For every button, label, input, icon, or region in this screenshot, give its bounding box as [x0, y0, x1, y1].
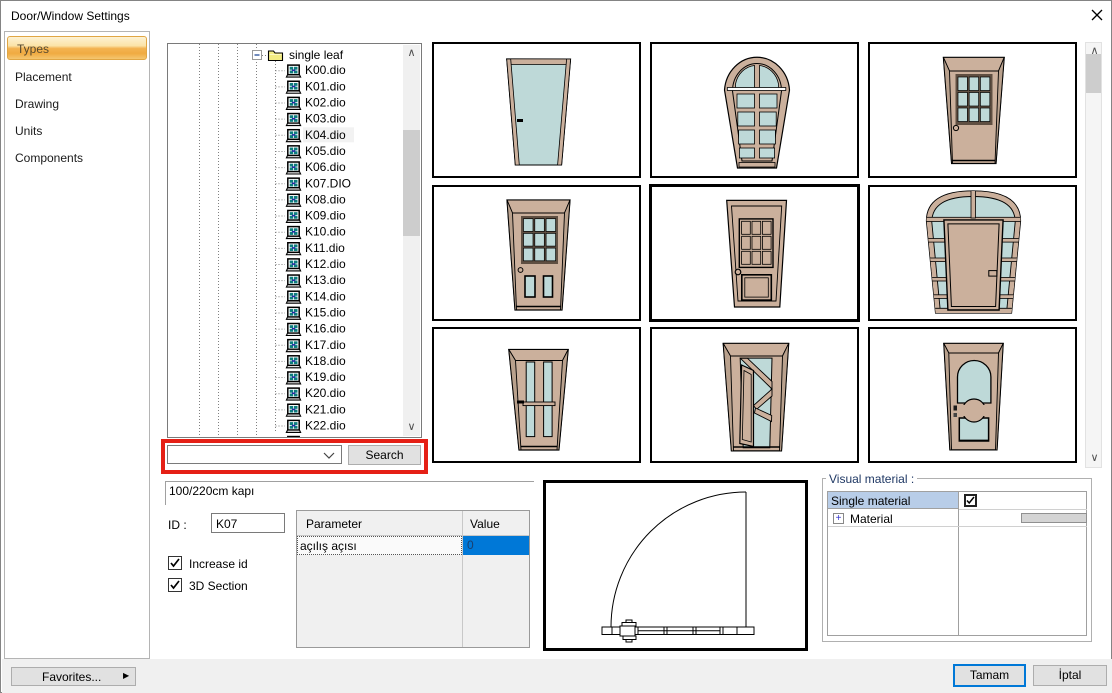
- svg-text:K16.dio: K16.dio: [305, 322, 346, 336]
- svg-text:K07.DIO: K07.DIO: [305, 176, 351, 190]
- svg-text:K19.dio: K19.dio: [305, 370, 346, 384]
- svg-text:K08.dio: K08.dio: [305, 192, 346, 206]
- svg-text:K22.dio: K22.dio: [305, 419, 346, 433]
- svg-text:K17.dio: K17.dio: [305, 338, 346, 352]
- svg-text:K04.dio: K04.dio: [305, 128, 346, 142]
- svg-text:K00.dio: K00.dio: [305, 63, 346, 77]
- svg-text:K20.dio: K20.dio: [305, 386, 346, 400]
- svg-text:K09.dio: K09.dio: [305, 209, 346, 223]
- svg-text:K03.dio: K03.dio: [305, 112, 346, 126]
- svg-text:K21.dio: K21.dio: [305, 402, 346, 416]
- svg-text:single leaf: single leaf: [289, 48, 344, 62]
- svg-text:K14.dio: K14.dio: [305, 289, 346, 303]
- svg-text:K23.dio: K23.dio: [305, 435, 346, 437]
- svg-text:K06.dio: K06.dio: [305, 160, 346, 174]
- svg-text:K05.dio: K05.dio: [305, 144, 346, 158]
- svg-text:K02.dio: K02.dio: [305, 96, 346, 110]
- svg-text:K13.dio: K13.dio: [305, 273, 346, 287]
- svg-text:K10.dio: K10.dio: [305, 225, 346, 239]
- svg-text:K15.dio: K15.dio: [305, 305, 346, 319]
- svg-text:K18.dio: K18.dio: [305, 354, 346, 368]
- svg-text:K11.dio: K11.dio: [305, 241, 345, 255]
- svg-text:K01.dio: K01.dio: [305, 79, 346, 93]
- svg-text:K12.dio: K12.dio: [305, 257, 346, 271]
